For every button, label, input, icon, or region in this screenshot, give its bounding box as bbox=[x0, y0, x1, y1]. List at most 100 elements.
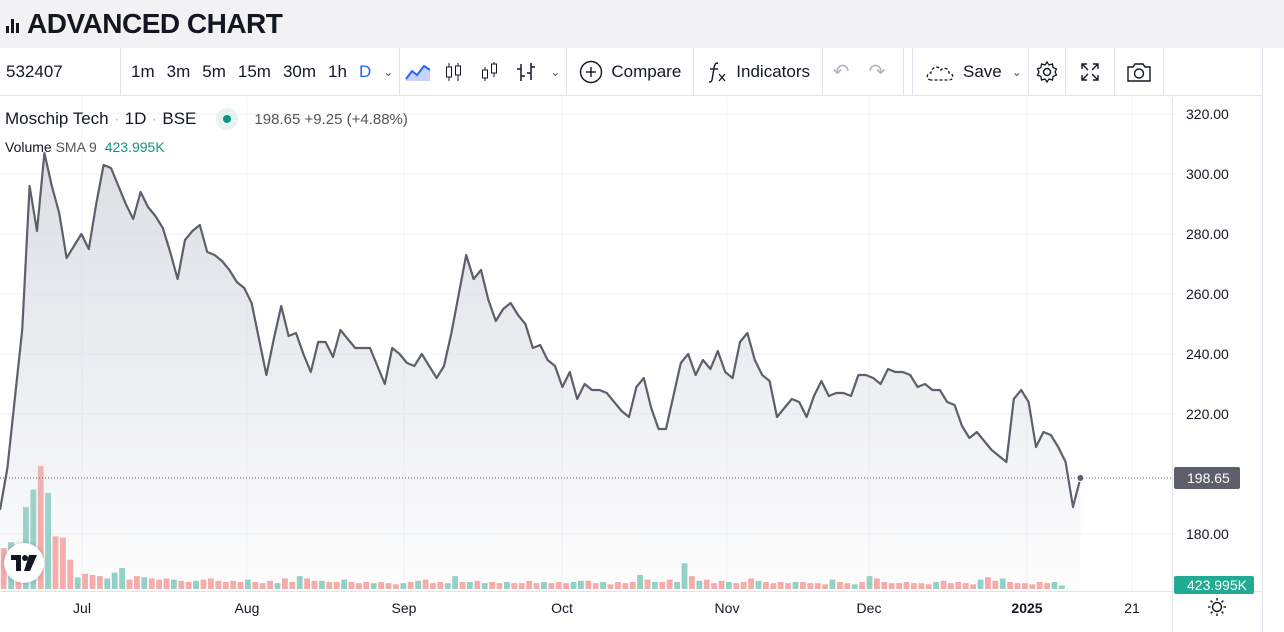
volume-bar bbox=[437, 581, 444, 589]
volume-bar bbox=[1059, 585, 1065, 589]
indicators-button[interactable]: Indicators bbox=[694, 48, 822, 96]
volume-bar bbox=[422, 579, 429, 589]
compare-label: Compare bbox=[611, 61, 682, 81]
volume-bar bbox=[370, 583, 377, 589]
camera-icon[interactable] bbox=[1115, 48, 1163, 96]
volume-bar bbox=[955, 581, 962, 589]
y-tick-label: 260.00 bbox=[1186, 286, 1229, 302]
axis-settings-icon[interactable] bbox=[1208, 598, 1226, 616]
redo-icon[interactable]: ↷ bbox=[859, 48, 895, 96]
volume-bar bbox=[896, 583, 902, 589]
volume-bar bbox=[962, 583, 969, 589]
volume-bar bbox=[341, 579, 347, 589]
volume-bar bbox=[518, 583, 525, 589]
timeframe-1h[interactable]: 1h bbox=[322, 62, 353, 82]
volume-bar bbox=[1051, 581, 1058, 589]
volume-bar bbox=[311, 580, 318, 589]
toolbar-divider bbox=[902, 47, 904, 96]
volume-bar bbox=[711, 583, 717, 589]
volume-bar bbox=[800, 581, 806, 589]
timeframe-3m[interactable]: 3m bbox=[161, 62, 197, 82]
volume-bar bbox=[888, 583, 895, 589]
volume-bar bbox=[319, 580, 325, 589]
volume-bar bbox=[215, 580, 222, 589]
volume-bar bbox=[637, 574, 643, 589]
volume-bar bbox=[999, 578, 1006, 589]
volume-bar bbox=[570, 581, 577, 589]
symbol-search[interactable]: 532407 bbox=[0, 62, 120, 82]
price-line bbox=[0, 151, 1082, 511]
volume-bar bbox=[274, 583, 281, 589]
fullscreen-icon[interactable] bbox=[1066, 48, 1114, 96]
volume-bar bbox=[748, 578, 754, 589]
volume-bar bbox=[267, 580, 273, 589]
timeframe-chevron-down-icon[interactable]: ⌄ bbox=[377, 65, 399, 79]
volume-bar bbox=[674, 581, 680, 589]
volume-value: 423.995K bbox=[104, 139, 165, 155]
volume-bar bbox=[104, 578, 111, 589]
volume-bar bbox=[474, 580, 481, 589]
x-tick-label: Aug bbox=[235, 600, 260, 616]
volume-bar bbox=[526, 580, 532, 589]
volume-bar bbox=[822, 584, 828, 589]
hollow-candle-icon[interactable] bbox=[472, 48, 508, 96]
volume-bar bbox=[555, 581, 562, 589]
undo-icon[interactable]: ↶ bbox=[823, 48, 859, 96]
volume-bar bbox=[770, 583, 777, 589]
y-tick-label: 180.00 bbox=[1186, 526, 1229, 542]
ohlc-bars-icon[interactable] bbox=[508, 48, 544, 96]
gear-icon[interactable] bbox=[1029, 48, 1065, 96]
volume-bar bbox=[489, 581, 495, 589]
chart-type-chevron-down-icon[interactable]: ⌄ bbox=[544, 65, 566, 79]
volume-bar bbox=[844, 583, 851, 589]
timeframe-15m[interactable]: 15m bbox=[232, 62, 277, 82]
candlestick-chart-icon[interactable] bbox=[436, 48, 472, 96]
volume-bar bbox=[222, 581, 229, 589]
save-chevron-down-icon[interactable]: ⌄ bbox=[1006, 65, 1028, 79]
volume-bar bbox=[940, 580, 947, 589]
volume-bar bbox=[703, 579, 710, 589]
volume-bar bbox=[755, 580, 762, 589]
volume-bar bbox=[89, 574, 96, 589]
plus-circle-icon bbox=[580, 60, 603, 83]
compare-button[interactable]: Compare bbox=[567, 48, 693, 96]
volume-bar bbox=[163, 578, 170, 589]
page-title: ADVANCED CHART bbox=[27, 8, 283, 39]
volume-bar bbox=[252, 581, 259, 589]
tradingview-logo[interactable] bbox=[4, 543, 44, 583]
timeframe-1m[interactable]: 1m bbox=[125, 62, 161, 82]
volume-bar bbox=[185, 581, 192, 589]
volume-bar bbox=[792, 581, 799, 589]
y-tick-label: 220.00 bbox=[1186, 406, 1229, 422]
volume-bar bbox=[563, 583, 569, 589]
volume-bar bbox=[785, 583, 791, 589]
volume-bar bbox=[289, 581, 296, 589]
volume-bar bbox=[1014, 583, 1021, 589]
symbol-legend: Moschip Tech · 1D · BSE 198.65 +9.25 (+4… bbox=[5, 108, 408, 130]
save-button[interactable]: Save bbox=[913, 48, 1006, 96]
volume-bar bbox=[459, 581, 466, 589]
volume-bar bbox=[415, 580, 421, 589]
volume-bar bbox=[644, 579, 651, 589]
timeframe-30m[interactable]: 30m bbox=[277, 62, 322, 82]
area-chart-icon[interactable] bbox=[400, 48, 436, 96]
volume-bar bbox=[970, 584, 976, 589]
cloud-icon bbox=[926, 66, 954, 81]
volume-bar bbox=[452, 576, 458, 589]
volume-bar bbox=[326, 581, 333, 589]
volume-bar bbox=[1022, 583, 1028, 589]
volume-label: Volume bbox=[5, 139, 52, 155]
toolbar-divider bbox=[1162, 47, 1164, 96]
volume-bar bbox=[1007, 581, 1013, 589]
price-change: +9.25 bbox=[304, 110, 343, 128]
legend-separator: · bbox=[152, 112, 157, 126]
function-icon bbox=[709, 61, 726, 83]
symbol-exchange: BSE bbox=[162, 109, 197, 128]
timeframe-5m[interactable]: 5m bbox=[196, 62, 232, 82]
volume-bar bbox=[652, 581, 658, 589]
title-bar: ADVANCED CHART bbox=[0, 0, 1284, 48]
timeframe-d[interactable]: D bbox=[353, 62, 377, 82]
volume-bar bbox=[533, 583, 540, 589]
volume-bar bbox=[496, 583, 503, 589]
volume-bar bbox=[481, 583, 488, 589]
